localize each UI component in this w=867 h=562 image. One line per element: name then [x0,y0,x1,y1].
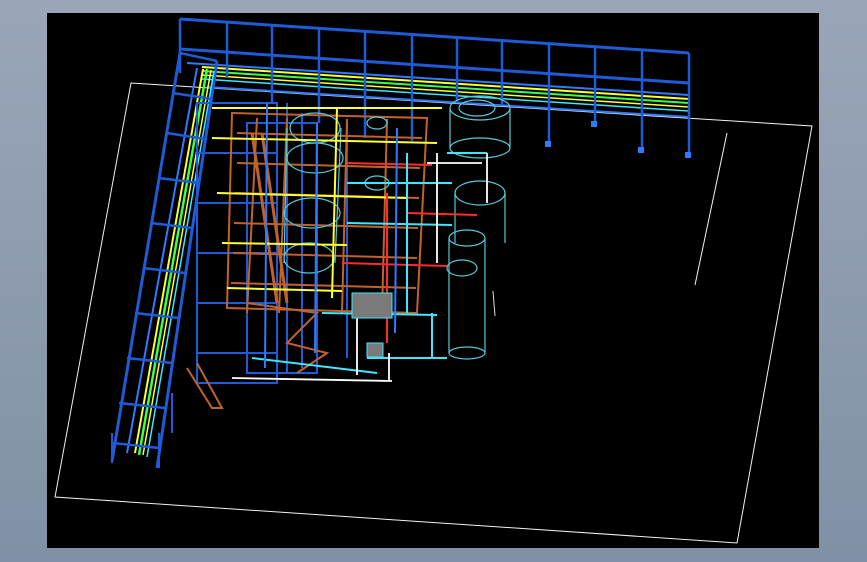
viewport-background [47,13,819,548]
cad-viewport[interactable] [47,13,819,548]
plant-3d-model[interactable] [47,13,819,548]
